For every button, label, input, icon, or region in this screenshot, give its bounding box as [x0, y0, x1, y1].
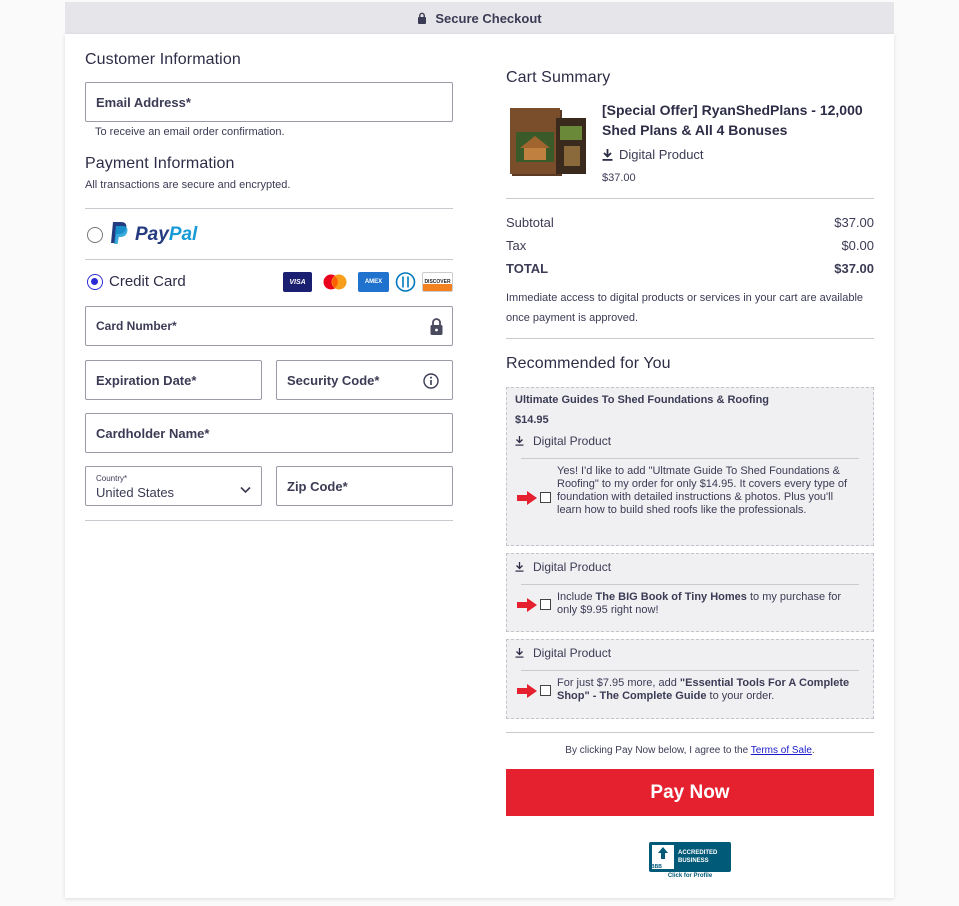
- email-label: Email Address*: [96, 94, 191, 110]
- email-field[interactable]: Email Address*: [85, 82, 453, 122]
- tax-value: $0.00: [841, 238, 874, 253]
- cardholder-name-field[interactable]: Cardholder Name*: [85, 413, 453, 453]
- cart-summary-heading: Cart Summary: [506, 69, 611, 86]
- paypal-radio[interactable]: [87, 227, 103, 243]
- divider: [521, 584, 859, 585]
- offer-card: Ultimate Guides To Shed Foundations & Ro…: [506, 387, 874, 546]
- credit-card-option[interactable]: Credit Card: [85, 271, 265, 293]
- checkout-card: Customer Information Email Address* To r…: [65, 34, 894, 898]
- paypal-pal-text: Pal: [168, 224, 198, 245]
- arrow-right-icon: [517, 684, 537, 698]
- lock-icon: [430, 318, 443, 338]
- offer-checkbox[interactable]: [540, 685, 551, 696]
- pay-now-button[interactable]: Pay Now: [506, 769, 874, 816]
- offer-price: $14.95: [515, 414, 549, 426]
- zip-code-field[interactable]: Zip Code*: [276, 466, 453, 506]
- zip-label: Zip Code*: [287, 478, 348, 494]
- recommended-heading: Recommended for You: [506, 355, 671, 372]
- divider: [506, 198, 874, 199]
- diners-icon: [395, 272, 416, 292]
- total-value: $37.00: [834, 261, 874, 276]
- product-price: $37.00: [602, 172, 636, 184]
- divider: [506, 732, 874, 733]
- access-note: Immediate access to digital products or …: [506, 292, 864, 324]
- product-image: [506, 106, 588, 178]
- divider: [85, 208, 453, 209]
- total-label: TOTAL: [506, 261, 549, 276]
- divider: [85, 520, 453, 521]
- product-title: [Special Offer] RyanShedPlans - 12,000 S…: [602, 102, 863, 138]
- offer-checkbox[interactable]: [540, 599, 551, 610]
- credit-card-label: Credit Card: [109, 273, 186, 290]
- terms-agreement: By clicking Pay Now below, I agree to th…: [565, 745, 815, 756]
- subtotal-row: Subtotal $37.00: [506, 215, 874, 230]
- discover-icon: DISCOVER: [422, 272, 453, 292]
- download-icon: [515, 436, 524, 446]
- amex-icon: AMEX: [358, 272, 389, 292]
- country-select[interactable]: Country* United States: [85, 466, 262, 506]
- subtotal-value: $37.00: [834, 215, 874, 230]
- divider: [85, 259, 453, 260]
- tax-row: Tax $0.00: [506, 238, 874, 253]
- offer-text: Include The BIG Book of Tiny Homes to my…: [557, 591, 842, 616]
- offer-card: Digital Product For just $7.95 more, add…: [506, 639, 874, 719]
- card-number-field[interactable]: Card Number*: [85, 306, 453, 346]
- arrow-right-icon: [517, 598, 537, 612]
- paypal-icon: [109, 221, 129, 250]
- divider: [521, 458, 859, 459]
- customer-info-heading: Customer Information: [85, 51, 241, 68]
- country-small-label: Country*: [96, 474, 128, 483]
- expiration-date-field[interactable]: Expiration Date*: [85, 360, 262, 400]
- download-icon: [515, 562, 524, 572]
- payment-subtext: All transactions are secure and encrypte…: [85, 179, 291, 191]
- offer-text: For just $7.95 more, add "Essential Tool…: [557, 677, 850, 702]
- offer-text: Yes! I'd like to add "Ultmate Guide To S…: [557, 465, 848, 516]
- visa-icon: VISA: [283, 272, 312, 292]
- offer-title: Ultimate Guides To Shed Foundations & Ro…: [515, 394, 770, 406]
- expiration-label: Expiration Date*: [96, 372, 197, 388]
- credit-card-radio[interactable]: [87, 274, 103, 290]
- offer-card: Digital Product Include The BIG Book of …: [506, 553, 874, 632]
- secure-checkout-bar: Secure Checkout: [65, 2, 894, 34]
- country-value: United States: [96, 485, 175, 500]
- paypal-wordmark: PayPal: [135, 224, 197, 246]
- bbb-accredited-badge[interactable]: ACCREDITED BUSINESS BBB Click for Profil…: [649, 842, 731, 882]
- terms-of-sale-link[interactable]: Terms of Sale: [751, 745, 812, 756]
- payment-info-heading: Payment Information: [85, 155, 235, 172]
- subtotal-label: Subtotal: [506, 215, 554, 230]
- cardholder-label: Cardholder Name*: [96, 425, 210, 441]
- download-icon: [515, 648, 524, 658]
- arrow-right-icon: [517, 491, 537, 505]
- bbb-line1: ACCREDITED: [678, 850, 718, 856]
- bbb-click-text: Click for Profile: [667, 873, 713, 879]
- tax-label: Tax: [506, 238, 527, 253]
- bbb-line2: BUSINESS: [678, 858, 709, 864]
- product-type: Digital Product: [602, 147, 704, 162]
- offer-type: Digital Product: [515, 434, 611, 448]
- mastercard-icon: [321, 272, 349, 292]
- paypal-pay-text: Pay: [135, 224, 169, 245]
- bbb-mark: BBB: [651, 864, 662, 870]
- offer-type: Digital Product: [515, 646, 611, 660]
- download-icon: [602, 148, 613, 161]
- chevron-down-icon: [240, 482, 251, 497]
- bbb-seal: ACCREDITED BUSINESS BBB: [649, 842, 731, 872]
- secure-checkout-title: Secure Checkout: [435, 10, 542, 26]
- card-number-label: Card Number*: [96, 319, 177, 333]
- lock-icon: [417, 12, 427, 24]
- offer-checkbox[interactable]: [540, 492, 551, 503]
- security-code-field[interactable]: Security Code*: [276, 360, 453, 400]
- info-icon[interactable]: [423, 373, 439, 392]
- security-code-label: Security Code*: [287, 372, 380, 388]
- divider: [506, 338, 874, 339]
- email-hint: To receive an email order confirmation.: [95, 126, 285, 138]
- divider: [521, 670, 859, 671]
- offer-type: Digital Product: [515, 560, 611, 574]
- total-row: TOTAL $37.00: [506, 261, 874, 276]
- paypal-option[interactable]: PayPal: [85, 220, 453, 250]
